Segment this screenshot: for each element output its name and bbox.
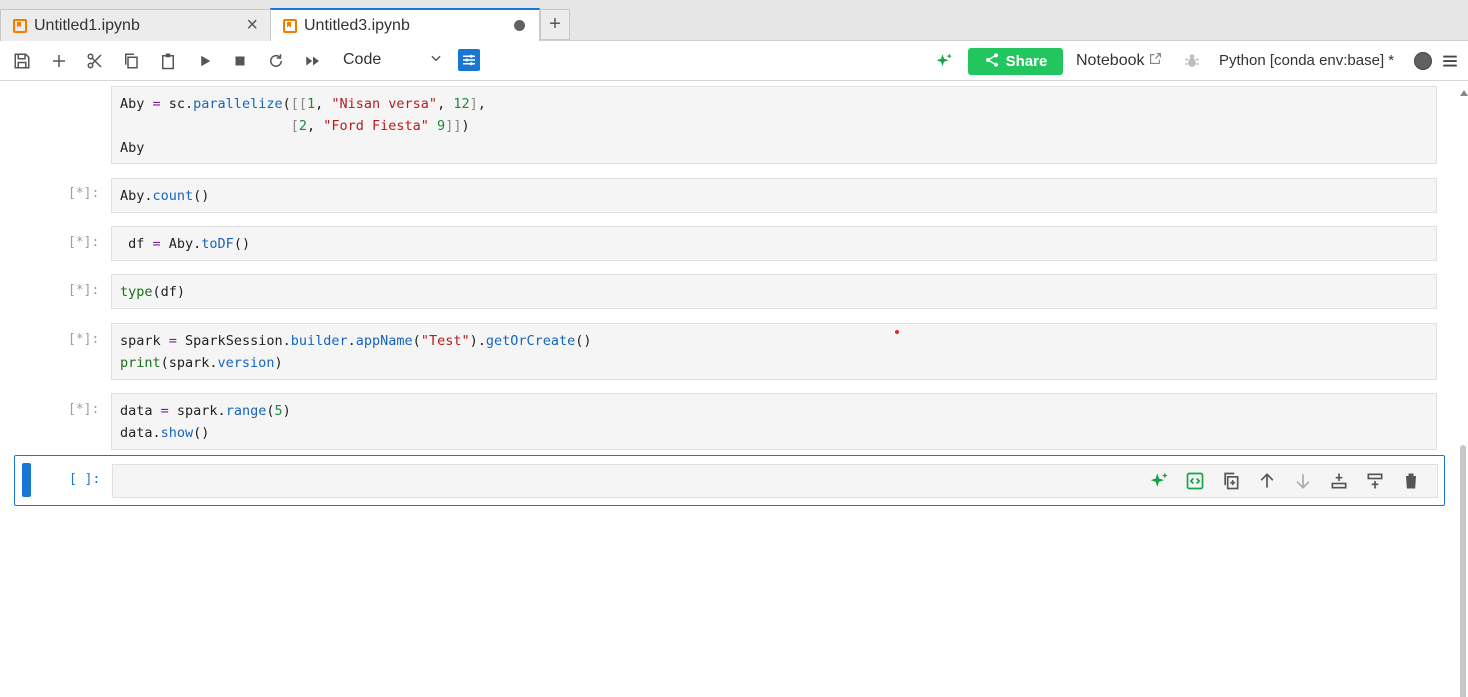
share-icon [984, 52, 1000, 72]
cell-collapser[interactable] [22, 463, 31, 497]
code-line: Aby [120, 140, 145, 156]
cell-type-select[interactable]: Code [343, 51, 443, 73]
tab-bar: Untitled1.ipynb × Untitled3.ipynb + [0, 0, 1468, 41]
move-up-icon[interactable] [1256, 470, 1278, 492]
insert-above-icon[interactable] [1328, 470, 1350, 492]
property-inspector-icon[interactable] [458, 49, 480, 71]
paste-icon[interactable] [156, 49, 180, 73]
code-line: Aby = sc.parallelize([[1, "Nisan versa",… [120, 96, 486, 112]
cell-type-value: Code [343, 51, 382, 68]
kernel-status-icon [1414, 52, 1432, 70]
code-format-icon[interactable] [1184, 470, 1206, 492]
notebook-toolbar: Code Share Notebook Python [conda env:ba… [0, 41, 1468, 81]
notebook-icon [13, 18, 27, 33]
code-line: type(df) [120, 284, 186, 300]
ai-sparkle-icon[interactable] [1148, 470, 1170, 492]
code-line: df = Aby.toDF() [120, 236, 251, 252]
scroll-up-icon[interactable] [1460, 90, 1468, 96]
insert-below-icon[interactable] [1364, 470, 1386, 492]
stop-icon[interactable] [228, 49, 252, 73]
add-cell-icon[interactable] [47, 49, 71, 73]
code-line: spark = SparkSession.builder.appName("Te… [120, 333, 592, 349]
code-cell-editor[interactable]: Aby.count() [111, 178, 1437, 213]
restart-icon[interactable] [264, 49, 288, 73]
ai-sparkle-icon[interactable] [932, 49, 956, 73]
notebook-icon [283, 18, 297, 33]
chevron-down-icon [429, 51, 443, 70]
save-icon[interactable] [10, 49, 34, 73]
share-label: Share [1005, 53, 1048, 70]
external-link-icon [1149, 53, 1162, 68]
delete-cell-icon[interactable] [1400, 470, 1422, 492]
code-cell-editor[interactable]: data = spark.range(5) data.show() [111, 393, 1437, 450]
menu-icon[interactable] [1438, 49, 1462, 73]
run-all-icon[interactable] [301, 49, 325, 73]
unsaved-dot-icon[interactable] [514, 20, 525, 31]
duplicate-cell-icon[interactable] [1220, 470, 1242, 492]
run-icon[interactable] [193, 49, 217, 73]
code-cell-editor[interactable]: df = Aby.toDF() [111, 226, 1437, 261]
notebook-panel: Aby = sc.parallelize([[1, "Nisan versa",… [0, 82, 1468, 697]
debugger-icon[interactable] [1180, 49, 1204, 73]
tab-label: Untitled3.ipynb [304, 16, 410, 34]
active-code-cell[interactable]: [ ]: [14, 455, 1445, 506]
cut-icon[interactable] [83, 49, 107, 73]
tab-label: Untitled1.ipynb [34, 16, 140, 34]
share-button[interactable]: Share [968, 48, 1063, 75]
cursor-dot [895, 330, 899, 334]
code-cell-editor[interactable]: type(df) [111, 274, 1437, 309]
tab-untitled1[interactable]: Untitled1.ipynb × [0, 9, 271, 41]
code-cell-editor[interactable]: spark = SparkSession.builder.appName("Te… [111, 323, 1437, 380]
code-line: [2, "Ford Fiesta" 9]]) [290, 118, 470, 134]
tab-untitled3[interactable]: Untitled3.ipynb [270, 8, 540, 41]
code-line: data.show() [120, 425, 210, 441]
open-notebook-link[interactable]: Notebook [1076, 52, 1162, 70]
cell-toolbar [1148, 470, 1422, 492]
kernel-name[interactable]: Python [conda env:base] * [1219, 52, 1394, 69]
notebook-label: Notebook [1076, 52, 1145, 69]
code-line: data = spark.range(5) [120, 403, 291, 419]
code-line: print(spark.version) [120, 355, 283, 371]
copy-icon[interactable] [119, 49, 143, 73]
add-tab-button[interactable]: + [540, 9, 570, 40]
move-down-icon[interactable] [1292, 470, 1314, 492]
code-line: Aby.count() [120, 188, 210, 204]
scroll-thumb[interactable] [1460, 445, 1466, 697]
code-cell-editor[interactable]: Aby = sc.parallelize([[1, "Nisan versa",… [111, 86, 1437, 164]
notebook-scrollbar[interactable] [1458, 82, 1468, 697]
close-icon[interactable]: × [246, 14, 258, 37]
